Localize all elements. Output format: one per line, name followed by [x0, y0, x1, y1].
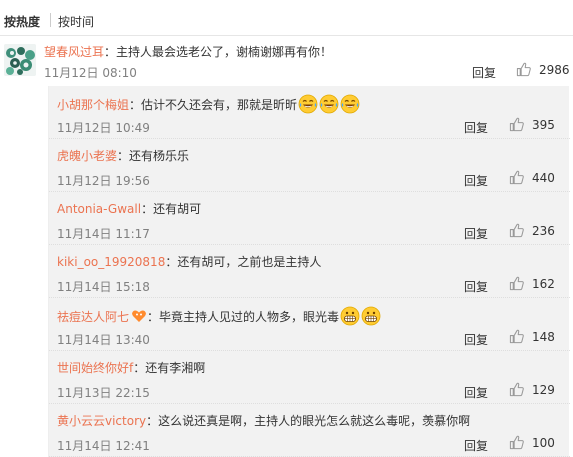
reply-time: 11月12日 10:49: [57, 121, 150, 135]
reply-button[interactable]: 回复: [464, 437, 488, 454]
reply-text-line: 黄小云云victory：这么说还真是啊，主持人的眼光怎么就这么毒呢，羡慕你啊: [57, 412, 470, 429]
reply-time: 11月14日 15:18: [57, 280, 150, 294]
like-count: 148: [532, 329, 555, 344]
reply-button[interactable]: 回复: [464, 172, 488, 189]
reply-list: 小胡那个梅姐：估计不久还会有，那就是昕昕 11月12日 10:49 回复 395…: [48, 86, 570, 457]
thumbs-up-icon: [509, 435, 524, 450]
sort-by-hot-tab[interactable]: 按热度: [4, 13, 40, 30]
main-comment: 望春风过耳：主持人最会选老公了，谢楠谢娜再有你！ 11月12日 08:10 回复…: [0, 36, 573, 86]
like-count: 162: [532, 276, 555, 291]
thumbs-up-icon: [509, 170, 524, 185]
reply-item: 世间始终你好f：还有李湘啊 11月13日 22:15 回复 129: [49, 351, 570, 404]
reply-button[interactable]: 回复: [464, 119, 488, 136]
like-button[interactable]: 395: [509, 117, 555, 132]
thumbs-up-icon: [509, 329, 524, 344]
sort-by-time-tab[interactable]: 按时间: [58, 13, 94, 30]
reply-text-line: 虎魄小老婆：还有杨乐乐: [57, 147, 189, 164]
reply-time: 11月13日 22:15: [57, 386, 150, 400]
like-button[interactable]: 440: [509, 170, 555, 185]
reply-text-line: 祛痘达人阿七 ：毕竟主持人见过的人物多，眼光毒: [57, 306, 381, 329]
like-count: 100: [532, 435, 555, 450]
reply-text: ：这么说还真是啊，主持人的眼光怎么就这么毒呢，羡慕你啊: [146, 414, 471, 428]
reply-text: ：还有胡可，之前也是主持人: [165, 255, 322, 269]
reply-button[interactable]: 回复: [464, 225, 488, 242]
reply-username[interactable]: 小胡那个梅姐: [57, 98, 129, 112]
thumbs-up-icon: [509, 382, 524, 397]
like-count: 236: [532, 223, 555, 238]
reply-text: ：还有胡可: [141, 202, 202, 216]
reply-text-line: kiki_oo_19920818：还有胡可，之前也是主持人: [57, 253, 321, 270]
reply-text-line: 小胡那个梅姐：估计不久还会有，那就是昕昕: [57, 94, 360, 117]
reply-button[interactable]: 回复: [464, 384, 488, 401]
reply-button[interactable]: 回复: [464, 331, 488, 348]
like-button[interactable]: 2986: [516, 62, 570, 77]
comment-username[interactable]: 望春风过耳: [44, 45, 104, 59]
comment-time: 11月12日 08:10: [44, 66, 137, 80]
reply-button[interactable]: 回复: [464, 278, 488, 295]
reply-username[interactable]: 世间始终你好f: [57, 361, 133, 375]
main-comment-text-line: 望春风过耳：主持人最会选老公了，谢楠谢娜再有你！: [44, 43, 332, 60]
reply-username[interactable]: 祛痘达人阿七: [57, 310, 129, 324]
reply-text: ：毕竟主持人见过的人物多，眼光毒: [147, 310, 340, 324]
reply-text: ：估计不久还会有，那就是昕昕: [129, 98, 298, 112]
reply-text-line: 世间始终你好f：还有李湘啊: [57, 359, 205, 376]
reply-username[interactable]: 虎魄小老婆: [57, 149, 117, 163]
reply-time: 11月14日 13:40: [57, 333, 150, 347]
like-button[interactable]: 236: [509, 223, 555, 238]
like-count: 129: [532, 382, 555, 397]
reply-text: ：还有李湘啊: [133, 361, 206, 375]
reply-text-line: Antonia-Gwall：还有胡可: [57, 200, 201, 217]
reply-text: ：还有杨乐乐: [117, 149, 190, 163]
reply-item: Antonia-Gwall：还有胡可 11月14日 11:17 回复 236: [49, 192, 570, 245]
like-count: 395: [532, 117, 555, 132]
laugh-cry-emoji: [298, 94, 318, 117]
reply-item: 黄小云云victory：这么说还真是啊，主持人的眼光怎么就这么毒呢，羡慕你啊 1…: [49, 404, 570, 457]
thumbs-up-icon: [509, 276, 524, 291]
like-count: 2986: [539, 62, 570, 77]
like-button[interactable]: 129: [509, 382, 555, 397]
like-button[interactable]: 162: [509, 276, 555, 291]
grin-emoji: [340, 306, 360, 329]
reply-item: kiki_oo_19920818：还有胡可，之前也是主持人 11月14日 15:…: [49, 245, 570, 298]
reply-time: 11月14日 12:41: [57, 439, 150, 453]
reply-username[interactable]: kiki_oo_19920818: [57, 255, 165, 269]
heart-badge-icon: [131, 309, 147, 326]
thumbs-up-icon: [509, 117, 524, 132]
like-button[interactable]: 148: [509, 329, 555, 344]
like-button[interactable]: 100: [509, 435, 555, 450]
reply-item: 小胡那个梅姐：估计不久还会有，那就是昕昕 11月12日 10:49 回复 395: [49, 86, 570, 139]
reply-time: 11月12日 19:56: [57, 174, 150, 188]
avatar[interactable]: [4, 44, 36, 76]
reply-username[interactable]: Antonia-Gwall: [57, 202, 141, 216]
comment-text: ：主持人最会选老公了，谢楠谢娜再有你！: [104, 45, 333, 59]
reply-item: 虎魄小老婆：还有杨乐乐 11月12日 19:56 回复 440: [49, 139, 570, 192]
thumbs-up-icon: [516, 62, 531, 77]
thumbs-up-icon: [509, 223, 524, 238]
reply-item: 祛痘达人阿七 ：毕竟主持人见过的人物多，眼光毒 11月14日 13:40 回复 1…: [49, 298, 570, 351]
reply-time: 11月14日 11:17: [57, 227, 150, 241]
laugh-cry-emoji: [319, 94, 339, 117]
reply-button[interactable]: 回复: [472, 64, 496, 81]
sort-divider: [50, 13, 51, 27]
sort-bar: 按热度 按时间: [0, 0, 573, 36]
reply-username[interactable]: 黄小云云victory: [57, 414, 146, 428]
like-count: 440: [532, 170, 555, 185]
laugh-cry-emoji: [340, 94, 360, 117]
grin-emoji: [361, 306, 381, 329]
